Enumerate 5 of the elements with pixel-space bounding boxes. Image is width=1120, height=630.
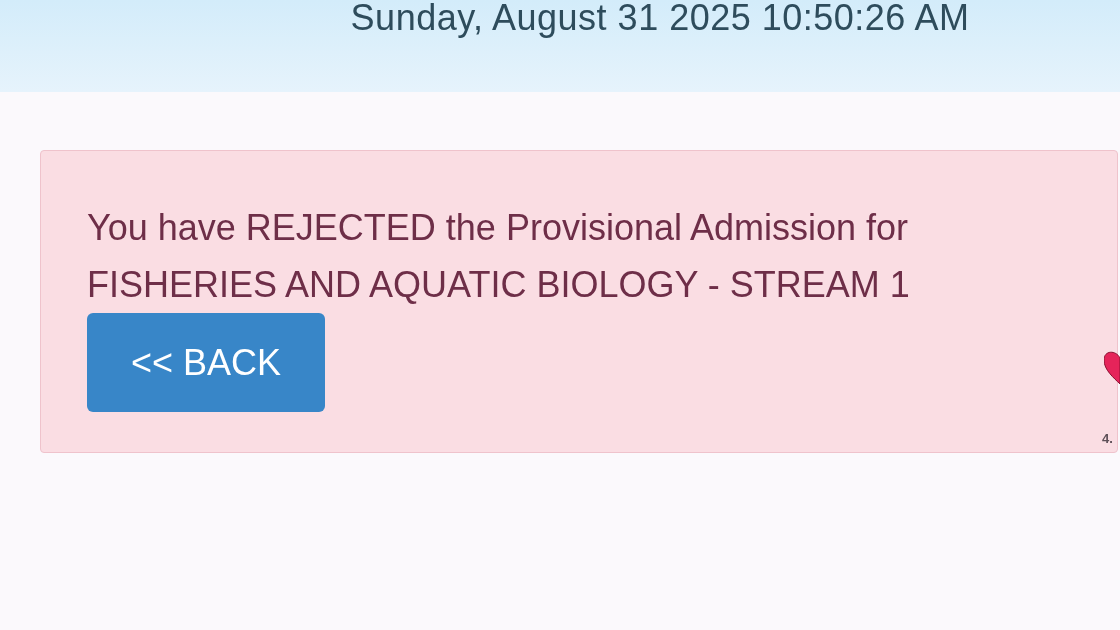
heart-icon[interactable] bbox=[1104, 350, 1120, 384]
reaction-count: 4. bbox=[1102, 431, 1113, 446]
date-time-text: Sunday, August 31 2025 10:50:26 AM bbox=[350, 0, 970, 38]
back-button[interactable]: << BACK bbox=[87, 313, 325, 412]
alert-message: You have REJECTED the Provisional Admission for FISHERIES AND AQUATIC BIOLOGY - STREAM 1 bbox=[87, 206, 910, 307]
